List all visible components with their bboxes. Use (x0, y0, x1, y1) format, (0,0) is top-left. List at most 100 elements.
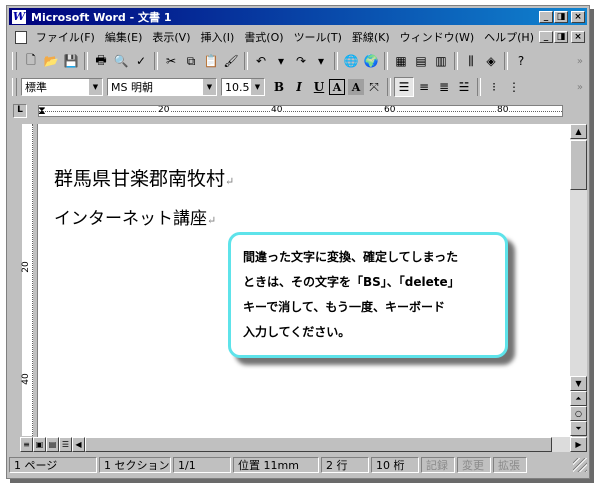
underline-button[interactable]: U (309, 77, 329, 97)
undo-dropdown-icon[interactable]: ▾ (271, 51, 291, 71)
new-document-icon[interactable]: 🗋 (21, 51, 41, 71)
document-controls: _ ◨ × (539, 31, 585, 43)
hyperlink-icon[interactable]: 🌐 (341, 51, 361, 71)
chevron-down-icon[interactable]: ▼ (202, 79, 216, 95)
redo-icon[interactable]: ↷ (291, 51, 311, 71)
menu-help[interactable]: ヘルプ(H) (479, 29, 539, 45)
italic-button[interactable]: I (289, 77, 309, 97)
toolbar-separator (504, 52, 508, 70)
menu-table[interactable]: 罫線(K) (347, 29, 395, 45)
distribute-icon[interactable]: ☱ (454, 77, 474, 97)
drawing-icon[interactable]: ◈ (481, 51, 501, 71)
horizontal-ruler[interactable]: 20 40 60 80 (38, 105, 563, 117)
minimize-button[interactable]: _ (539, 10, 553, 23)
align-right-icon[interactable]: ≣ (434, 77, 454, 97)
web-toolbar-icon[interactable]: 🌍 (361, 51, 381, 71)
help-icon[interactable]: ? (511, 51, 531, 71)
restore-button[interactable]: ◨ (554, 10, 568, 23)
toolbar-separator (244, 52, 248, 70)
next-page-icon[interactable]: ⏷ (570, 421, 587, 436)
font-size-select[interactable]: 10.5 ▼ (221, 78, 265, 96)
vertical-scrollbar[interactable]: ▲ ▼ ⏶ ○ ⏷ (570, 124, 587, 436)
window-title: Microsoft Word - 文書 1 (31, 10, 172, 24)
document-icon[interactable] (15, 30, 27, 44)
open-folder-icon[interactable]: 📂 (41, 51, 61, 71)
word-app-icon[interactable]: W (12, 9, 26, 24)
character-shading-button[interactable]: A (348, 79, 364, 95)
status-page: 1 ページ (9, 456, 97, 473)
menu-file[interactable]: ファイル(F) (31, 29, 100, 45)
vertical-scroll-thumb[interactable] (570, 140, 587, 190)
menu-format[interactable]: 書式(O) (239, 29, 288, 45)
toolbar-separator (477, 78, 481, 96)
scroll-left-icon[interactable]: ◀ (72, 437, 85, 452)
chevron-down-icon[interactable]: ▼ (250, 79, 264, 95)
browse-object-icon[interactable]: ○ (570, 406, 587, 421)
doc-minimize-button[interactable]: _ (539, 31, 553, 43)
toolbar-grip[interactable] (12, 52, 17, 70)
scroll-down-icon[interactable]: ▼ (570, 376, 587, 391)
toolbar-separator (384, 52, 388, 70)
print-preview-icon[interactable]: 🔍 (111, 51, 131, 71)
menu-window[interactable]: ウィンドウ(W) (395, 29, 479, 45)
toolbar-separator (154, 52, 158, 70)
doc-close-button[interactable]: × (571, 31, 585, 43)
print-layout-icon[interactable]: ▤ (46, 437, 59, 452)
document-page[interactable]: 群馬県甘楽郡南牧村↵ インターネット講座↵ 間違った文字に変換、確定してしまった… (37, 124, 572, 437)
print-icon[interactable]: 🖶 (91, 51, 111, 71)
vertical-ruler[interactable]: 20 40 (20, 124, 34, 436)
redo-dropdown-icon[interactable]: ▾ (311, 51, 331, 71)
status-record-macro[interactable]: 記録 (421, 456, 455, 473)
insert-excel-icon[interactable]: ▥ (431, 51, 451, 71)
font-select[interactable]: MS 明朝 ▼ (107, 78, 217, 96)
scroll-up-icon[interactable]: ▲ (570, 124, 587, 139)
paste-icon[interactable]: 📋 (201, 51, 221, 71)
horizontal-scroll-thumb[interactable] (85, 437, 552, 452)
tables-borders-icon[interactable]: ▦ (391, 51, 411, 71)
bold-button[interactable]: B (269, 77, 289, 97)
columns-icon[interactable]: ⫼ (461, 51, 481, 71)
style-select[interactable]: 標準 ▼ (21, 78, 103, 96)
toolbar-separator (84, 52, 88, 70)
align-justify-icon[interactable]: ☰ (394, 77, 414, 97)
copy-icon[interactable]: ⧉ (181, 51, 201, 71)
menu-tools[interactable]: ツール(T) (289, 29, 347, 45)
toolbar-separator (387, 78, 391, 96)
menu-insert[interactable]: 挿入(I) (195, 29, 239, 45)
outline-view-icon[interactable]: ☰ (59, 437, 72, 452)
chevron-down-icon[interactable]: ▼ (88, 79, 102, 95)
insert-table-icon[interactable]: ▤ (411, 51, 431, 71)
character-border-button[interactable]: A (329, 79, 345, 95)
horizontal-scroll-track[interactable] (85, 437, 570, 452)
undo-icon[interactable]: ↶ (251, 51, 271, 71)
window-controls: _ ◨ × (539, 10, 585, 23)
bullets-icon[interactable]: ⋮ (504, 77, 524, 97)
status-line: 2 行 (321, 456, 369, 473)
menu-edit[interactable]: 編集(E) (100, 29, 148, 45)
format-painter-icon[interactable]: 🖌 (221, 51, 241, 71)
normal-view-icon[interactable]: ≡ (20, 437, 33, 452)
callout-line: 間違った文字に変換、確定してしまった (243, 250, 459, 264)
previous-page-icon[interactable]: ⏶ (570, 391, 587, 406)
spelling-check-icon[interactable]: ✓ (131, 51, 151, 71)
tab-selector[interactable]: L (13, 104, 27, 118)
toolbar-grip[interactable] (12, 78, 17, 96)
save-icon[interactable]: 💾 (61, 51, 81, 71)
resize-grip-icon[interactable] (573, 457, 587, 472)
ruler-mark: 60 (383, 105, 397, 115)
close-button[interactable]: × (571, 10, 585, 23)
numbering-icon[interactable]: ⁝ (484, 77, 504, 97)
indent-marker-icon[interactable]: ⧗ (38, 104, 48, 118)
toolbar-more-icon[interactable]: » (577, 56, 583, 67)
cut-icon[interactable]: ✂ (161, 51, 181, 71)
toolbar-more-icon[interactable]: » (577, 82, 583, 93)
align-center-icon[interactable]: ≡ (414, 77, 434, 97)
title-bar[interactable]: W Microsoft Word - 文書 1 _ ◨ × (9, 8, 587, 25)
menu-view[interactable]: 表示(V) (147, 29, 195, 45)
status-track-changes[interactable]: 変更 (457, 456, 491, 473)
doc-restore-button[interactable]: ◨ (554, 31, 568, 43)
font-effects-icon[interactable]: ⤧ (364, 77, 384, 97)
web-layout-icon[interactable]: ▣ (33, 437, 46, 452)
scroll-right-icon[interactable]: ▶ (570, 437, 587, 452)
status-extend[interactable]: 拡張 (493, 456, 527, 473)
